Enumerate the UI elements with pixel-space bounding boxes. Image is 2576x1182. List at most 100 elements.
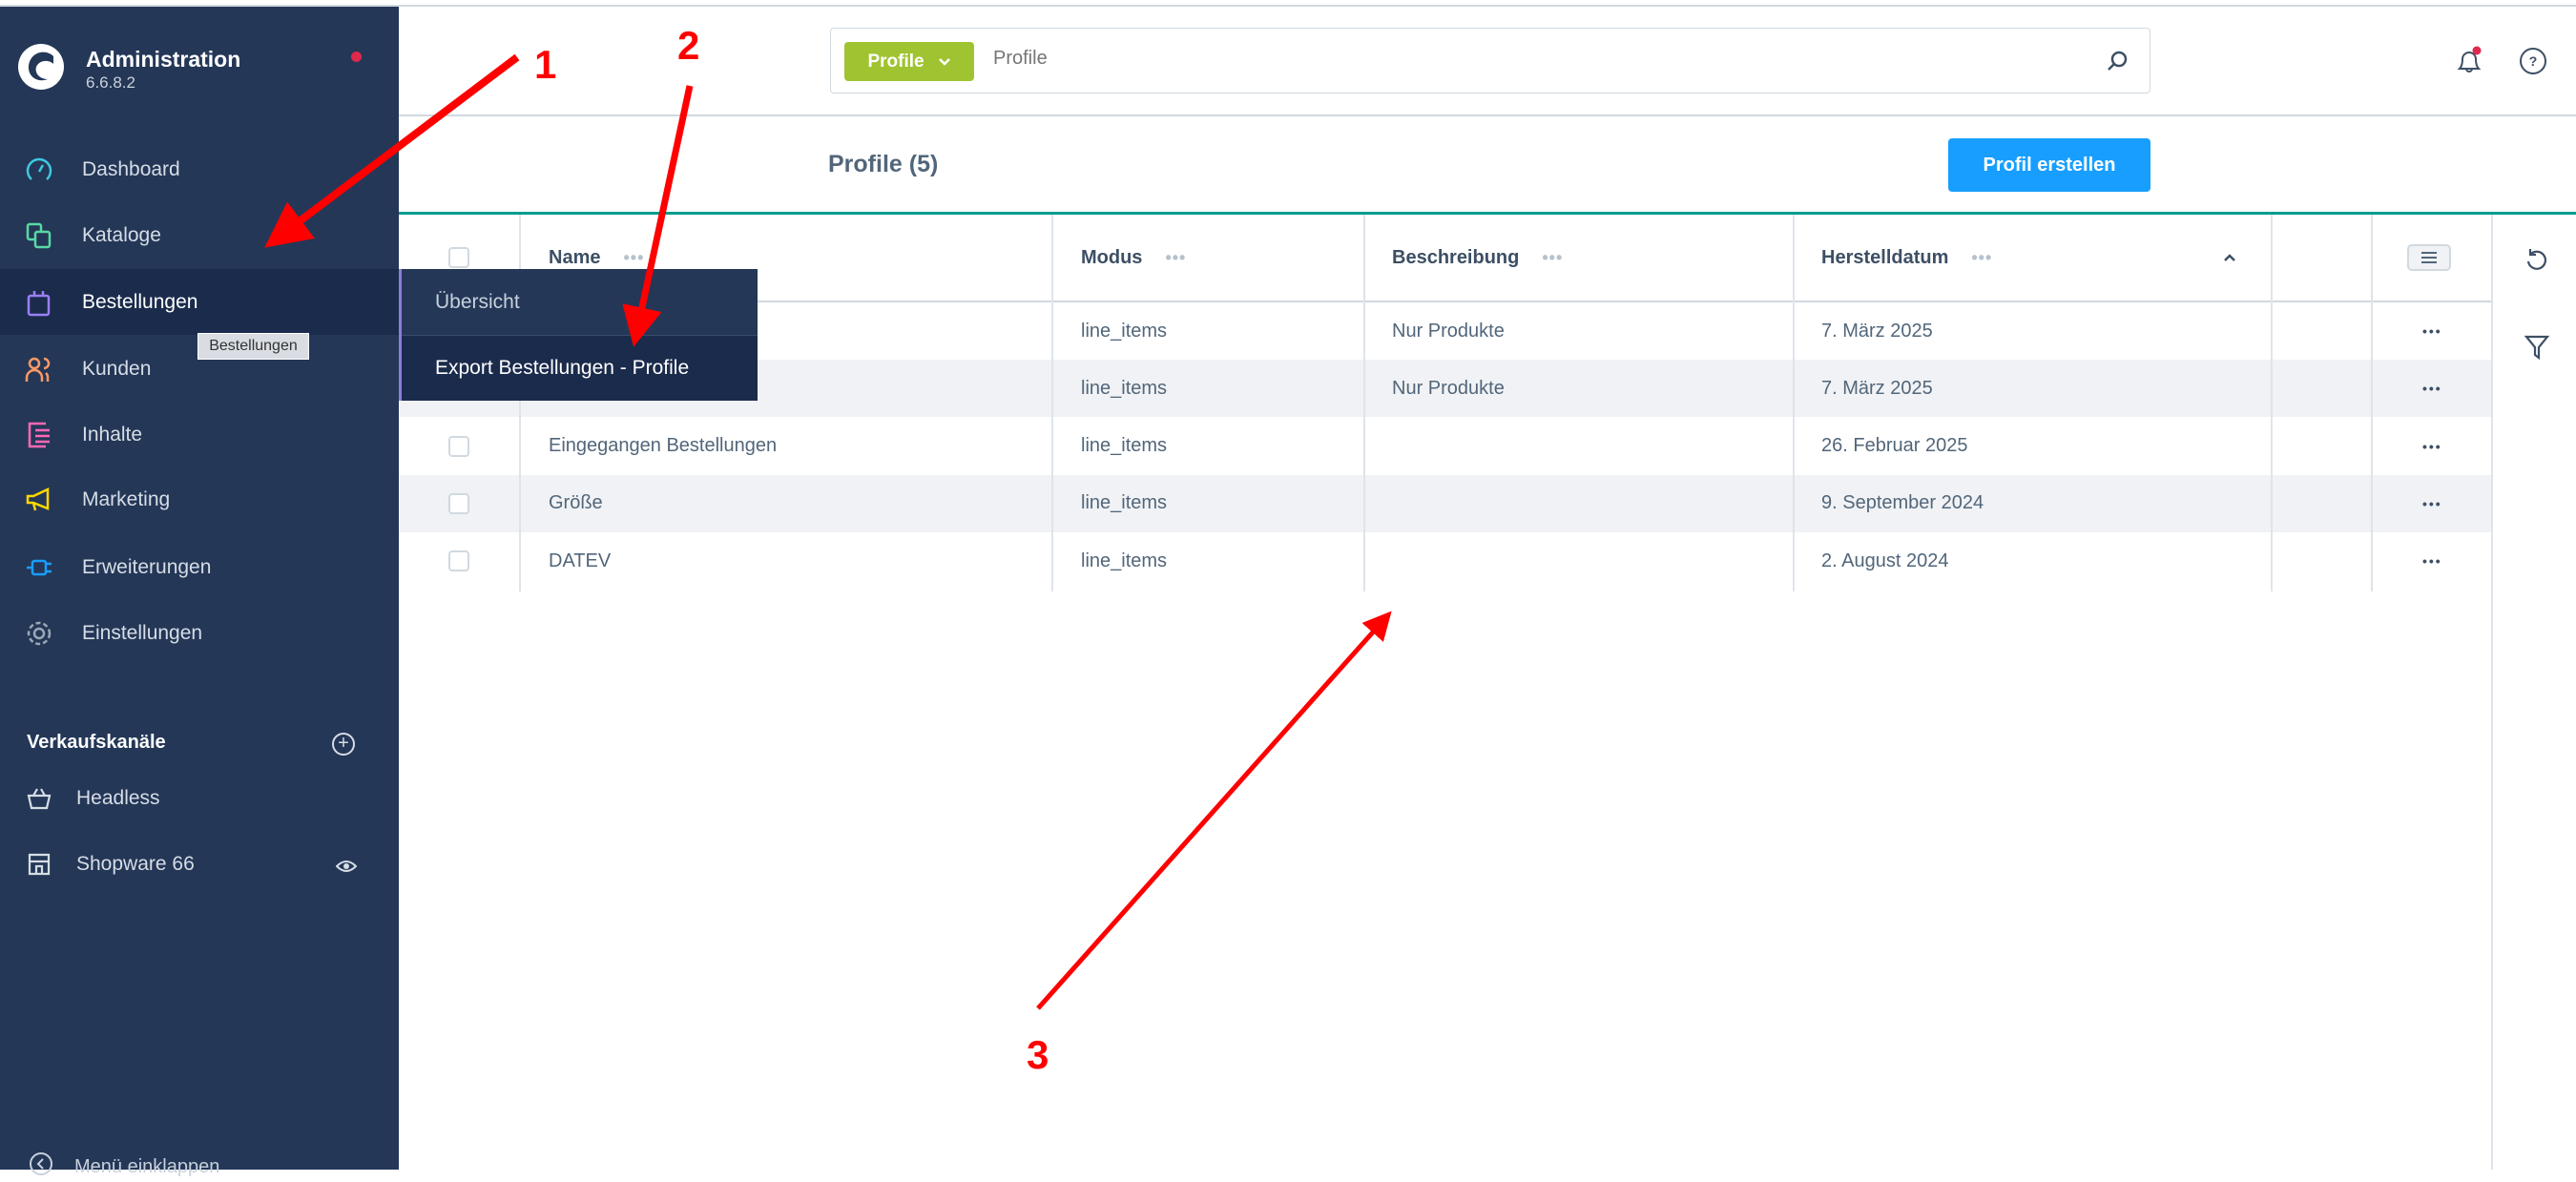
search-icon[interactable]: [2106, 50, 2129, 77]
catalog-icon: [23, 219, 55, 252]
column-menu-icon[interactable]: •••: [623, 248, 644, 268]
sales-channel-label: Headless: [76, 787, 160, 809]
sidebar-item-dashboard[interactable]: Dashboard: [0, 136, 399, 202]
sidebar-item-label: Kunden: [82, 357, 152, 380]
column-header-beschreibung[interactable]: Beschreibung •••: [1392, 215, 1563, 301]
sidebar-item-label: Marketing: [82, 487, 171, 510]
cell-name[interactable]: Größe: [549, 475, 603, 532]
content-icon: [23, 419, 55, 451]
select-all-checkbox[interactable]: [448, 247, 469, 268]
sidebar-item-bestellungen[interactable]: Bestellungen: [0, 269, 399, 335]
cell-description: Nur Produkte: [1392, 377, 1505, 399]
column-settings-button[interactable]: [2407, 244, 2451, 271]
status-dot: [351, 52, 362, 62]
column-header-herstelldatum[interactable]: Herstelldatum •••: [1821, 215, 1992, 301]
column-menu-icon[interactable]: •••: [1542, 248, 1563, 268]
sidebar-item-label: Erweiterungen: [82, 555, 212, 578]
search-input[interactable]: [993, 48, 2043, 70]
orders-flyout-menu: Übersicht Export Bestellungen - Profile: [399, 269, 758, 401]
app-version: 6.6.8.2: [86, 73, 135, 92]
top-border: [0, 0, 2576, 7]
cell-date: 2. August 2024: [1821, 550, 1949, 571]
sales-channel-headless[interactable]: Headless: [0, 770, 399, 827]
column-divider: [1793, 215, 1795, 591]
cell-date: 9. September 2024: [1821, 492, 1984, 514]
table-row[interactable]: Eingegangen Bestellungen line_items 26. …: [399, 418, 2491, 475]
refresh-icon[interactable]: [2524, 246, 2550, 278]
sidebar-item-label: Einstellungen: [82, 621, 203, 644]
collapse-menu-button[interactable]: Menü einklappen: [29, 1151, 219, 1182]
cell-mode: line_items: [1081, 550, 1168, 571]
global-search: Profile: [830, 28, 2150, 93]
help-icon[interactable]: ?: [2519, 47, 2547, 80]
column-divider: [2271, 215, 2273, 591]
row-actions-button[interactable]: •••: [2422, 360, 2442, 417]
column-label: Beschreibung: [1392, 246, 1520, 268]
table-row[interactable]: Größe line_items 9. September 2024 •••: [399, 474, 2491, 532]
notification-bell-icon[interactable]: [2454, 45, 2484, 80]
search-type-label: Profile: [867, 51, 924, 72]
sidebar-item-marketing[interactable]: Marketing: [0, 467, 399, 532]
cell-mode: line_items: [1081, 492, 1168, 514]
row-checkbox[interactable]: [448, 435, 469, 457]
sidebar-item-label: Bestellungen: [82, 290, 198, 313]
sidebar: Administration 6.6.8.2 Dashboard Katalog…: [0, 7, 399, 1177]
menu-icon: [2421, 252, 2437, 263]
sidebar-item-label: Inhalte: [82, 423, 143, 446]
row-actions-button[interactable]: •••: [2422, 475, 2442, 532]
cell-mode: line_items: [1081, 435, 1168, 457]
column-divider: [1363, 215, 1365, 591]
filter-icon[interactable]: [2524, 334, 2550, 365]
row-actions-button[interactable]: •••: [2422, 532, 2442, 590]
app-name: Administration: [86, 47, 241, 72]
flyout-item-export-profile[interactable]: Export Bestellungen - Profile: [402, 335, 758, 401]
cell-date: 7. März 2025: [1821, 320, 1933, 342]
search-type-dropdown[interactable]: Profile: [844, 42, 974, 81]
row-checkbox[interactable]: [448, 492, 469, 514]
column-divider: [1051, 215, 1053, 591]
column-label: Modus: [1081, 246, 1143, 268]
right-toolbar-divider: [2491, 215, 2493, 1170]
column-header-modus[interactable]: Modus •••: [1081, 215, 1186, 301]
sort-ascending-icon[interactable]: [2223, 215, 2236, 301]
cell-mode: line_items: [1081, 320, 1168, 342]
add-sales-channel-icon[interactable]: +: [332, 733, 355, 756]
sidebar-item-einstellungen[interactable]: Einstellungen: [0, 600, 399, 666]
plug-icon: [23, 551, 55, 584]
page-title: Profile (5): [828, 151, 939, 177]
cell-date: 7. März 2025: [1821, 377, 1933, 399]
gear-icon: [23, 617, 55, 650]
storefront-icon: [27, 853, 53, 876]
flyout-item-uebersicht[interactable]: Übersicht: [402, 269, 758, 335]
create-profile-button[interactable]: Profil erstellen: [1948, 138, 2150, 192]
column-menu-icon[interactable]: •••: [1165, 248, 1186, 268]
top-header: Profile ?: [399, 9, 2576, 116]
row-checkbox[interactable]: [448, 550, 469, 572]
sales-channels-title: Verkaufskanäle: [27, 732, 166, 753]
sales-channel-shopware-66[interactable]: Shopware 66: [0, 836, 399, 893]
shopping-bag-icon: [23, 286, 55, 319]
sidebar-item-erweiterungen[interactable]: Erweiterungen: [0, 534, 399, 600]
column-label: Name: [549, 246, 601, 268]
sales-channel-label: Shopware 66: [76, 853, 195, 875]
sidebar-item-kataloge[interactable]: Kataloge: [0, 202, 399, 268]
annotation-arrow-3: [1036, 611, 1392, 1010]
cell-mode: line_items: [1081, 377, 1168, 399]
cell-name[interactable]: DATEV: [549, 532, 611, 590]
tooltip: Bestellungen: [197, 333, 309, 360]
row-actions-button[interactable]: •••: [2422, 418, 2442, 475]
column-menu-icon[interactable]: •••: [1971, 248, 1992, 268]
gauge-icon: [23, 154, 55, 186]
megaphone-icon: [23, 484, 55, 516]
basket-icon: [27, 787, 53, 810]
table-row[interactable]: DATEV line_items 2. August 2024 •••: [399, 532, 2491, 590]
row-actions-button[interactable]: •••: [2422, 302, 2442, 360]
sidebar-item-inhalte[interactable]: Inhalte: [0, 402, 399, 467]
sidebar-item-label: Kataloge: [82, 223, 161, 246]
cell-name[interactable]: Eingegangen Bestellungen: [549, 418, 777, 475]
chevron-left-icon: [29, 1151, 53, 1182]
cell-date: 26. Februar 2025: [1821, 435, 1968, 457]
users-icon: [23, 353, 55, 385]
eye-icon[interactable]: [335, 857, 358, 880]
collapse-label: Menü einklappen: [74, 1155, 220, 1177]
